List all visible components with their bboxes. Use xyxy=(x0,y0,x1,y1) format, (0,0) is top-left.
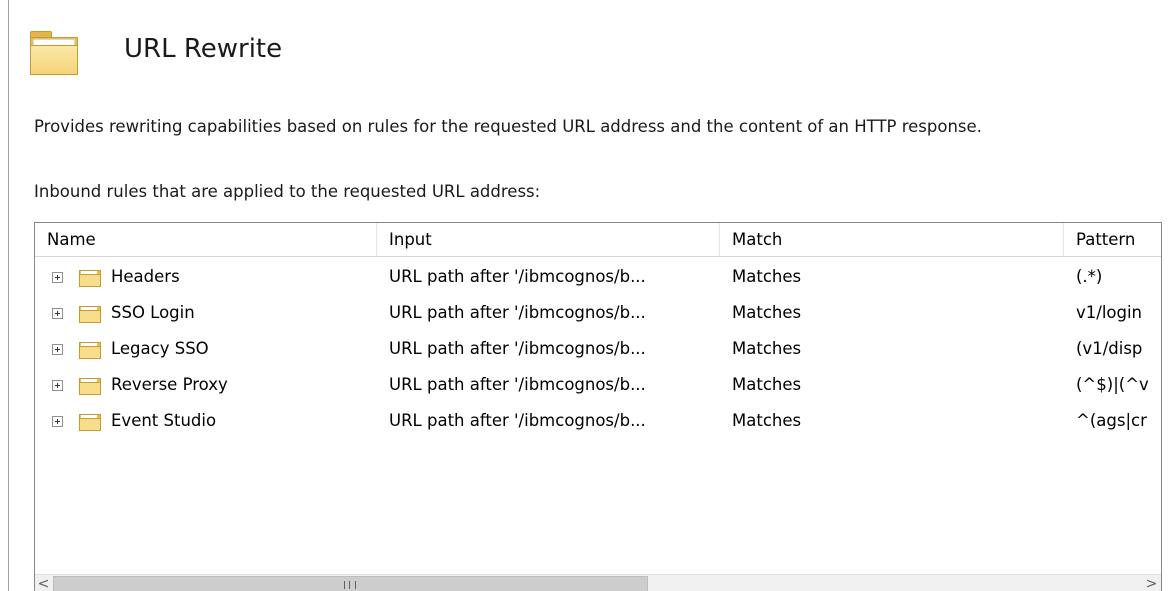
expand-icon[interactable] xyxy=(52,380,63,391)
rule-match: Matches xyxy=(732,375,802,394)
rule-match: Matches xyxy=(732,303,802,322)
rule-pattern: (^$)|(^v xyxy=(1076,375,1149,394)
rule-match: Matches xyxy=(732,411,802,430)
folder-icon xyxy=(79,376,101,395)
folder-icon xyxy=(79,412,101,431)
rule-pattern: (v1/disp xyxy=(1076,339,1143,358)
rule-match: Matches xyxy=(732,267,802,286)
feature-description: Provides rewriting capabilities based on… xyxy=(34,117,982,136)
scroll-right-icon[interactable]: > xyxy=(1143,575,1160,591)
table-row[interactable]: Event Studio URL path after '/ibmcognos/… xyxy=(35,403,1161,439)
horizontal-scrollbar[interactable]: < > xyxy=(35,574,1161,591)
folder-icon xyxy=(79,268,101,287)
inbound-rules-list[interactable]: Name Input Match Pattern Headers URL pat… xyxy=(34,222,1162,591)
table-row[interactable]: Reverse Proxy URL path after '/ibmcognos… xyxy=(35,367,1161,403)
rule-input: URL path after '/ibmcognos/b... xyxy=(389,267,646,286)
url-rewrite-page: URL Rewrite Provides rewriting capabilit… xyxy=(0,0,1174,591)
rule-input: URL path after '/ibmcognos/b... xyxy=(389,339,646,358)
rule-name: Reverse Proxy xyxy=(111,375,228,394)
rule-input: URL path after '/ibmcognos/b... xyxy=(389,303,646,322)
feature-header: URL Rewrite xyxy=(30,26,282,78)
expand-icon[interactable] xyxy=(52,416,63,427)
column-header-pattern[interactable]: Pattern xyxy=(1064,223,1161,256)
scroll-left-icon[interactable]: < xyxy=(35,575,52,591)
rule-input: URL path after '/ibmcognos/b... xyxy=(389,411,646,430)
folder-icon xyxy=(79,340,101,359)
rule-match: Matches xyxy=(732,339,802,358)
expand-icon[interactable] xyxy=(52,308,63,319)
rule-name: Legacy SSO xyxy=(111,339,209,358)
column-header-row: Name Input Match Pattern xyxy=(35,223,1161,257)
column-header-match[interactable]: Match xyxy=(720,223,1064,256)
folder-icon xyxy=(79,304,101,323)
page-title: URL Rewrite xyxy=(124,34,283,64)
expand-icon[interactable] xyxy=(52,272,63,283)
expand-icon[interactable] xyxy=(52,344,63,355)
table-row[interactable]: Headers URL path after '/ibmcognos/b... … xyxy=(35,259,1161,295)
rule-pattern: (.*) xyxy=(1076,267,1103,286)
rule-name: Event Studio xyxy=(111,411,217,430)
column-header-name[interactable]: Name xyxy=(35,223,377,256)
table-row[interactable]: SSO Login URL path after '/ibmcognos/b..… xyxy=(35,295,1161,331)
rule-name: Headers xyxy=(111,267,180,286)
rule-pattern: ^(ags|cr xyxy=(1076,411,1147,430)
table-row[interactable]: Legacy SSO URL path after '/ibmcognos/b.… xyxy=(35,331,1161,367)
pane-divider xyxy=(8,0,9,591)
grip-icon xyxy=(344,581,356,589)
rule-pattern: v1/login xyxy=(1076,303,1143,322)
scrollbar-thumb[interactable] xyxy=(53,576,648,591)
folder-icon xyxy=(30,29,78,75)
column-header-input[interactable]: Input xyxy=(377,223,720,256)
rule-name: SSO Login xyxy=(111,303,195,322)
inbound-rules-heading: Inbound rules that are applied to the re… xyxy=(34,182,541,201)
rule-input: URL path after '/ibmcognos/b... xyxy=(389,375,646,394)
